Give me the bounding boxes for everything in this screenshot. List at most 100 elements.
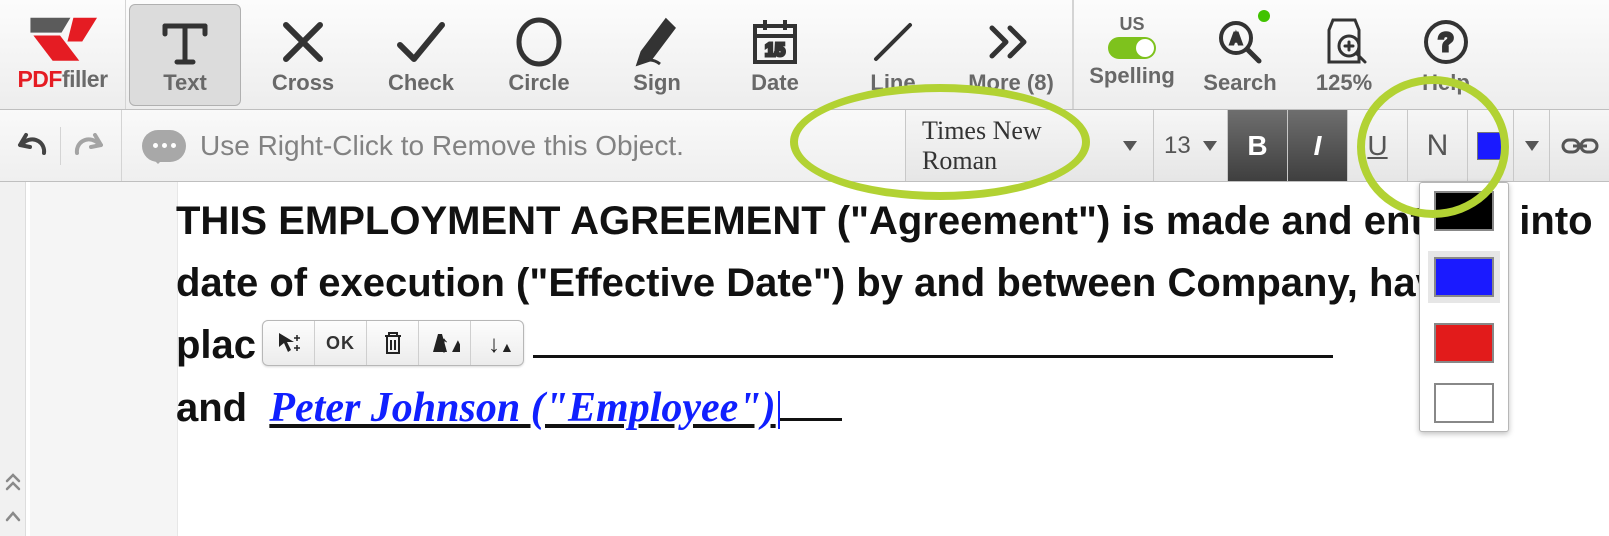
cross-tool-button[interactable]: Cross <box>244 0 362 109</box>
cross-icon <box>278 14 328 70</box>
bold-button[interactable]: B <box>1227 110 1287 181</box>
font-color-button[interactable] <box>1467 110 1513 181</box>
move-cursor-icon <box>276 330 302 356</box>
cross-tool-label: Cross <box>272 70 334 96</box>
circle-tool-button[interactable]: Circle <box>480 0 598 109</box>
color-option-white[interactable] <box>1434 383 1494 423</box>
blank-underline <box>780 417 842 421</box>
text-tool-button[interactable]: Text <box>129 4 241 106</box>
move-button[interactable] <box>263 321 315 365</box>
chevron-double-right-icon <box>986 14 1036 70</box>
dropdown-caret-icon <box>1123 141 1137 151</box>
spelling-button[interactable]: US Spelling <box>1076 0 1188 109</box>
color-option-blue[interactable] <box>1428 251 1500 303</box>
more-tools-label: More (8) <box>968 70 1054 96</box>
help-label: Help <box>1422 70 1470 96</box>
sign-tool-label: Sign <box>633 70 681 96</box>
font-color-dropdown-button[interactable] <box>1513 110 1549 181</box>
svg-text:?: ? <box>1438 27 1454 57</box>
help-icon: ? <box>1422 14 1470 70</box>
zoom-icon <box>1319 14 1369 70</box>
search-label: Search <box>1203 70 1276 96</box>
font-decrease-button[interactable]: ↓▲ <box>471 321 523 365</box>
hint-text: Use Right-Click to Remove this Object. <box>200 130 684 162</box>
ok-button[interactable]: OK <box>315 321 367 365</box>
doc-text: plac <box>176 323 256 367</box>
calendar-icon: 15 <box>749 14 801 70</box>
zoom-label: 125% <box>1316 70 1372 96</box>
delete-button[interactable] <box>367 321 419 365</box>
scroll-gutter <box>0 182 26 536</box>
notification-dot-icon <box>1258 10 1270 22</box>
undo-icon <box>16 131 50 161</box>
doc-text: and <box>176 386 247 430</box>
doc-line: date of execution ("Effective Date") by … <box>176 252 1609 314</box>
check-tool-button[interactable]: Check <box>362 0 480 109</box>
normal-label: N <box>1427 129 1449 163</box>
color-option-red[interactable] <box>1434 323 1494 363</box>
logo[interactable]: PDFfiller <box>0 0 126 109</box>
svg-text:▲: ▲ <box>448 335 460 356</box>
font-increase-icon: ↑▲ <box>430 330 460 356</box>
underline-button[interactable]: U <box>1347 110 1407 181</box>
underline-label: U <box>1367 130 1387 162</box>
redo-button[interactable] <box>65 126 111 166</box>
main-toolbar: PDFfiller Text Cross Check Circle Sign <box>0 0 1609 110</box>
line-icon <box>868 14 918 70</box>
help-button[interactable]: ? Help <box>1396 0 1496 109</box>
scroll-top-button[interactable] <box>3 468 23 496</box>
text-icon <box>157 14 213 70</box>
blank-underline <box>533 354 1333 358</box>
check-icon <box>394 14 448 70</box>
zoom-button[interactable]: 125% <box>1292 0 1396 109</box>
page-margin <box>30 182 178 536</box>
trash-icon <box>382 330 404 356</box>
circle-tool-label: Circle <box>508 70 569 96</box>
doc-line: and Peter Johnson ("Employee") <box>176 376 1609 441</box>
ok-label: OK <box>326 333 355 354</box>
document-content[interactable]: THIS EMPLOYMENT AGREEMENT ("Agreement") … <box>176 188 1609 441</box>
svg-text:▲: ▲ <box>500 339 512 355</box>
color-option-black[interactable] <box>1434 191 1494 231</box>
text-tool-label: Text <box>163 70 207 96</box>
hint-message: Use Right-Click to Remove this Object. <box>122 130 684 162</box>
color-picker-dropdown <box>1419 182 1509 432</box>
undo-redo-separator <box>60 127 61 165</box>
check-tool-label: Check <box>388 70 454 96</box>
format-toolbar: Use Right-Click to Remove this Object. T… <box>0 110 1609 182</box>
spelling-toggle-icon[interactable] <box>1108 37 1156 59</box>
scroll-up-button[interactable] <box>3 502 23 530</box>
svg-text:15: 15 <box>765 40 785 60</box>
date-tool-button[interactable]: 15 Date <box>716 0 834 109</box>
link-button[interactable] <box>1549 110 1609 181</box>
font-increase-button[interactable]: ↑▲ <box>419 321 471 365</box>
sign-tool-button[interactable]: Sign <box>598 0 716 109</box>
chevron-double-up-icon <box>5 473 21 491</box>
font-family-value: Times New Roman <box>922 116 1123 176</box>
link-icon <box>1561 134 1599 158</box>
dropdown-caret-icon <box>1203 141 1217 151</box>
svg-text:↓: ↓ <box>488 331 500 356</box>
italic-button[interactable]: I <box>1287 110 1347 181</box>
italic-label: I <box>1314 130 1322 162</box>
editable-text-field[interactable]: Peter Johnson ("Employee") <box>269 385 775 431</box>
normal-button[interactable]: N <box>1407 110 1467 181</box>
toolbar-separator <box>1072 0 1074 109</box>
undo-button[interactable] <box>10 126 56 166</box>
redo-icon <box>71 131 105 161</box>
line-tool-label: Line <box>870 70 915 96</box>
font-size-value: 13 <box>1164 132 1191 160</box>
document-viewport[interactable]: THIS EMPLOYMENT AGREEMENT ("Agreement") … <box>0 182 1609 536</box>
svg-text:A: A <box>1230 31 1242 48</box>
format-controls: Times New Roman 13 B I U N <box>905 110 1609 181</box>
text-cursor-icon <box>778 391 780 429</box>
circle-icon <box>513 14 565 70</box>
object-mini-toolbar: OK ↑▲ ↓▲ <box>262 320 524 366</box>
more-tools-button[interactable]: More (8) <box>952 0 1070 109</box>
bold-label: B <box>1247 130 1267 162</box>
line-tool-button[interactable]: Line <box>834 0 952 109</box>
font-size-select[interactable]: 13 <box>1153 110 1227 181</box>
font-decrease-icon: ↓▲ <box>482 330 512 356</box>
font-family-select[interactable]: Times New Roman <box>905 110 1153 181</box>
search-button[interactable]: A Search <box>1188 0 1292 109</box>
